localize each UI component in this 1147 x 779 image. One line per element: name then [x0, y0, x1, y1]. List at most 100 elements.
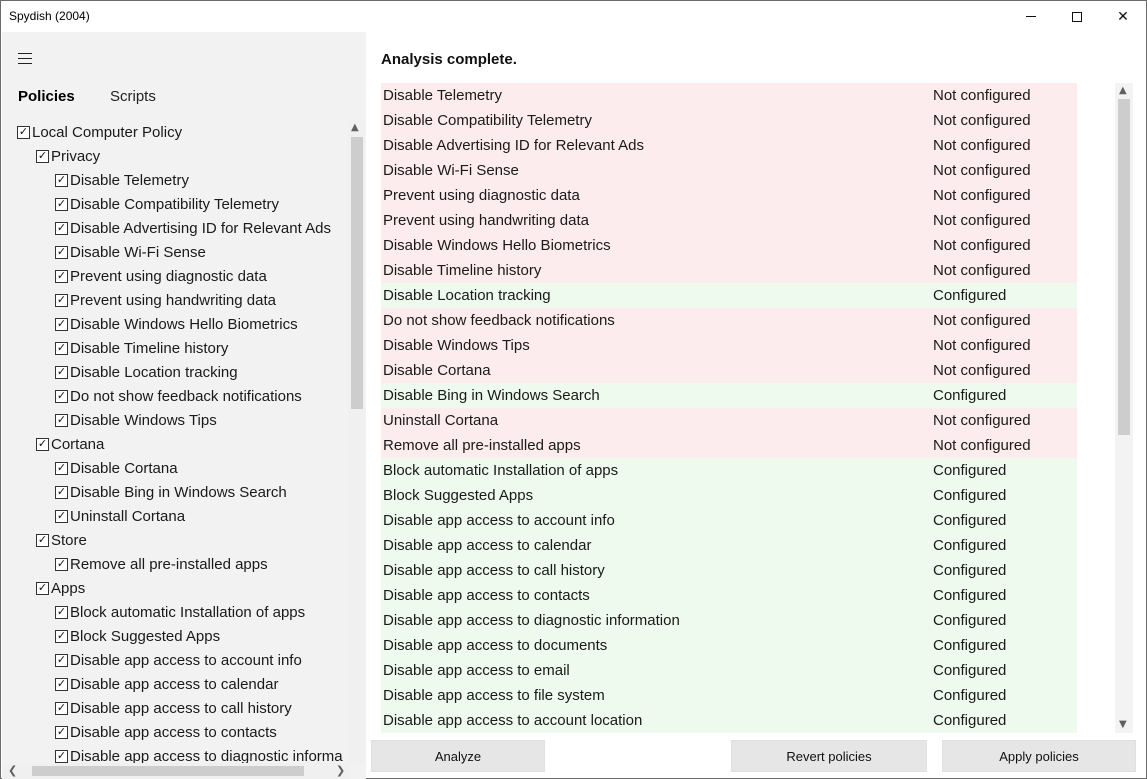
tree-item-checkbox[interactable]: ✓	[55, 485, 68, 499]
result-row[interactable]: Prevent using diagnostic data Not configu…	[381, 183, 1077, 208]
tree-item[interactable]: ✓ Disable Timeline history	[55, 336, 228, 360]
tree-item[interactable]: ✓ Disable Windows Tips	[55, 408, 217, 432]
result-row[interactable]: Disable Windows Tips Not configured	[381, 333, 1077, 358]
tree-item-checkbox[interactable]: ✓	[55, 197, 68, 211]
result-row[interactable]: Remove all pre-installed apps Not configu…	[381, 433, 1077, 458]
tree-item-checkbox[interactable]: ✓	[55, 701, 68, 715]
tree-item[interactable]: ✓ Disable Location tracking	[55, 360, 238, 384]
results-vertical-scrollbar[interactable]: ▲ ▼	[1115, 83, 1133, 733]
tree-item-checkbox[interactable]: ✓	[55, 221, 68, 235]
scroll-thumb[interactable]	[351, 137, 363, 409]
tree-item-checkbox[interactable]: ✓	[55, 245, 68, 259]
result-row[interactable]: Block Suggested Apps Configured	[381, 483, 1077, 508]
tree-item-checkbox[interactable]: ✓	[55, 269, 68, 283]
tree-item[interactable]: ✓ Prevent using handwriting data	[55, 288, 276, 312]
result-row[interactable]: Disable app access to file system Configu…	[381, 683, 1077, 708]
scroll-up-icon[interactable]: ▲	[1119, 85, 1127, 96]
tree-item-checkbox[interactable]: ✓	[55, 605, 68, 619]
result-row[interactable]: Disable Windows Hello Biometrics Not conf…	[381, 233, 1077, 258]
result-row[interactable]: Disable Compatibility Telemetry Not confi…	[381, 108, 1077, 133]
hamburger-icon[interactable]	[18, 50, 34, 64]
result-row[interactable]: Disable Advertising ID for Relevant Ads N…	[381, 133, 1077, 158]
scroll-thumb[interactable]	[32, 766, 304, 776]
tree-item[interactable]: ✓ Disable Compatibility Telemetry	[55, 192, 279, 216]
tree-item-checkbox[interactable]: ✓	[36, 437, 49, 451]
result-row[interactable]: Do not show feedback notifications Not co…	[381, 308, 1077, 333]
tree-item-checkbox[interactable]: ✓	[55, 461, 68, 475]
tree-item-checkbox[interactable]: ✓	[55, 725, 68, 739]
tree-item[interactable]: ✓ Disable app access to calendar	[55, 672, 278, 696]
result-row[interactable]: Disable Timeline history Not configured	[381, 258, 1077, 283]
tree-item-checkbox[interactable]: ✓	[55, 749, 68, 763]
close-button[interactable]: ✕	[1100, 1, 1146, 32]
maximize-button[interactable]	[1054, 1, 1100, 32]
tree-item[interactable]: ✓ Disable app access to contacts	[55, 720, 277, 744]
tree-item[interactable]: ✓ Block automatic Installation of apps	[55, 600, 305, 624]
tab-scripts[interactable]: Scripts	[110, 88, 156, 105]
tree-vertical-scrollbar[interactable]: ▲	[348, 120, 365, 763]
tree-item[interactable]: ✓ Store	[36, 528, 87, 552]
result-row[interactable]: Disable app access to call history Config…	[381, 558, 1077, 583]
result-row[interactable]: Block automatic Installation of apps Conf…	[381, 458, 1077, 483]
result-row[interactable]: Disable app access to email Configured	[381, 658, 1077, 683]
apply-policies-button[interactable]: Apply policies	[942, 740, 1136, 772]
tree-item[interactable]: ✓ Do not show feedback notifications	[55, 384, 302, 408]
result-row[interactable]: Disable app access to account location Co…	[381, 708, 1077, 733]
result-row[interactable]: Disable Bing in Windows Search Configured	[381, 383, 1077, 408]
result-row[interactable]: Disable Wi-Fi Sense Not configured	[381, 158, 1077, 183]
result-row[interactable]: Disable app access to documents Configure…	[381, 633, 1077, 658]
tree-item[interactable]: ✓ Disable app access to account info	[55, 648, 302, 672]
tree-item-checkbox[interactable]: ✓	[36, 149, 49, 163]
scroll-thumb[interactable]	[1118, 99, 1130, 435]
tree-item[interactable]: ✓ Disable Advertising ID for Relevant Ads	[55, 216, 331, 240]
tree-item-checkbox[interactable]: ✓	[55, 317, 68, 331]
tree-item[interactable]: ✓ Apps	[36, 576, 85, 600]
tree-item-checkbox[interactable]: ✓	[55, 389, 68, 403]
result-row[interactable]: Disable Cortana Not configured	[381, 358, 1077, 383]
revert-policies-button[interactable]: Revert policies	[731, 740, 927, 772]
tree-item[interactable]: ✓ Disable Wi-Fi Sense	[55, 240, 206, 264]
minimize-button[interactable]	[1008, 1, 1054, 32]
title-bar[interactable]: Spydish (2004) ✕	[1, 1, 1146, 32]
result-row[interactable]: Disable Telemetry Not configured	[381, 83, 1077, 108]
tree-item[interactable]: ✓ Privacy	[36, 144, 100, 168]
tree-item[interactable]: ✓ Disable Windows Hello Biometrics	[55, 312, 298, 336]
tree-item-checkbox[interactable]: ✓	[55, 365, 68, 379]
tree-item-checkbox[interactable]: ✓	[55, 557, 68, 571]
tree-item[interactable]: ✓ Uninstall Cortana	[55, 504, 185, 528]
scroll-left-icon[interactable]: ❮	[8, 764, 17, 777]
result-row[interactable]: Prevent using handwriting data Not config…	[381, 208, 1077, 233]
result-row[interactable]: Disable Location tracking Configured	[381, 283, 1077, 308]
tree-item[interactable]: ✓ Disable Telemetry	[55, 168, 189, 192]
tree-item-checkbox[interactable]: ✓	[55, 341, 68, 355]
scroll-right-icon[interactable]: ❯	[336, 764, 345, 777]
tree-item-checkbox[interactable]: ✓	[55, 509, 68, 523]
result-row[interactable]: Disable app access to calendar Configured	[381, 533, 1077, 558]
tree-item-checkbox[interactable]: ✓	[36, 533, 49, 547]
tree-item[interactable]: ✓ Block Suggested Apps	[55, 624, 220, 648]
tree-item-checkbox[interactable]: ✓	[17, 125, 30, 139]
tree-item-checkbox[interactable]: ✓	[55, 653, 68, 667]
tree-horizontal-scrollbar[interactable]: ❮ ❯	[2, 763, 350, 779]
scroll-up-icon[interactable]: ▲	[351, 122, 359, 133]
tree-item-checkbox[interactable]: ✓	[55, 413, 68, 427]
analyze-button[interactable]: Analyze	[371, 740, 545, 772]
result-row[interactable]: Uninstall Cortana Not configured	[381, 408, 1077, 433]
tree-item[interactable]: ✓ Disable Bing in Windows Search	[55, 480, 287, 504]
tree-item[interactable]: ✓ Prevent using diagnostic data	[55, 264, 267, 288]
tree-item[interactable]: ✓ Disable Cortana	[55, 456, 178, 480]
result-row[interactable]: Disable app access to contacts Configured	[381, 583, 1077, 608]
scroll-down-icon[interactable]: ▼	[1119, 719, 1127, 730]
tree-item[interactable]: ✓ Remove all pre-installed apps	[55, 552, 268, 576]
tree-item-checkbox[interactable]: ✓	[55, 677, 68, 691]
tree-item[interactable]: ✓ Cortana	[36, 432, 104, 456]
result-row[interactable]: Disable app access to diagnostic informa…	[381, 608, 1077, 633]
tree-item-checkbox[interactable]: ✓	[55, 629, 68, 643]
tab-policies[interactable]: Policies	[18, 88, 75, 105]
tree-item-checkbox[interactable]: ✓	[55, 173, 68, 187]
tree-item[interactable]: ✓ Disable app access to call history	[55, 696, 292, 720]
result-row[interactable]: Disable app access to account info Config…	[381, 508, 1077, 533]
tree-item[interactable]: ✓ Disable app access to diagnostic inform…	[55, 744, 343, 763]
tree-item[interactable]: ✓ Local Computer Policy	[17, 120, 182, 144]
tree-item-checkbox[interactable]: ✓	[55, 293, 68, 307]
